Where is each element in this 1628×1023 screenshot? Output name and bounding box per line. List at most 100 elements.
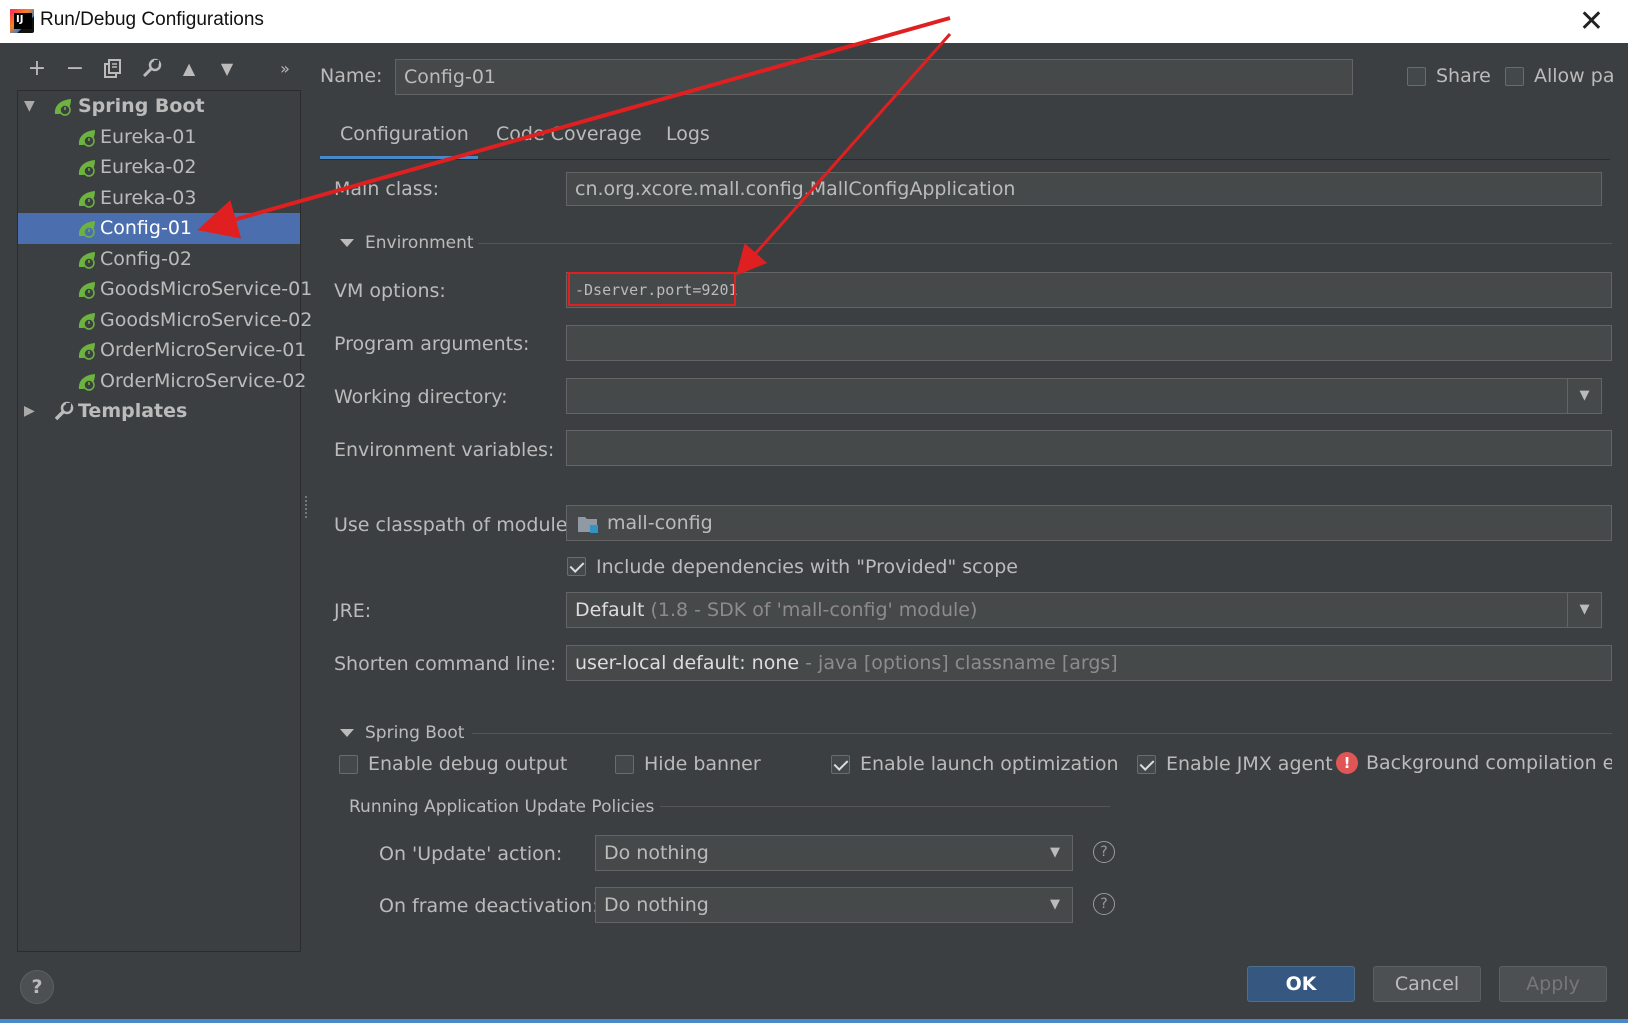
tree-group-label: Spring Boot bbox=[78, 95, 205, 117]
help-icon[interactable]: ? bbox=[1093, 893, 1115, 915]
shorten-command-select[interactable]: user-local default: none - java [options… bbox=[566, 645, 1612, 681]
frame-deactivation-select[interactable]: Do nothing ▼ bbox=[595, 887, 1073, 923]
tab-configuration[interactable]: Configuration bbox=[320, 122, 478, 160]
tree-group-spring-boot[interactable]: ▼ Spring Boot bbox=[18, 91, 300, 122]
tree-group-templates[interactable]: ▶ Templates bbox=[18, 396, 300, 427]
copy-icon[interactable] bbox=[98, 54, 128, 84]
enable-launch-optimization-label[interactable]: Enable launch optimization bbox=[860, 753, 1119, 775]
name-input[interactable]: Config-01 bbox=[395, 59, 1353, 95]
collapse-triangle-icon bbox=[340, 729, 354, 737]
expand-arrow-icon[interactable]: ▼ bbox=[24, 91, 38, 122]
working-directory-input[interactable]: ▼ bbox=[566, 378, 1602, 414]
frame-deactivation-label: On frame deactivation: bbox=[379, 895, 599, 917]
more-icon[interactable]: » bbox=[270, 54, 300, 84]
cancel-button[interactable]: Cancel bbox=[1373, 966, 1481, 1002]
chevron-down-icon: ▼ bbox=[1050, 845, 1060, 860]
collapse-triangle-icon bbox=[340, 239, 354, 247]
tree-item-eureka-03[interactable]: Eureka-03 bbox=[18, 183, 300, 214]
spring-boot-icon bbox=[78, 221, 95, 238]
tree-item-order-01[interactable]: OrderMicroService-01 bbox=[18, 335, 306, 366]
environment-section[interactable]: Environment bbox=[340, 233, 474, 253]
chevron-down-icon: ▼ bbox=[1579, 602, 1590, 617]
edit-defaults-icon[interactable] bbox=[136, 54, 166, 84]
spring-boot-icon bbox=[78, 374, 95, 391]
spring-boot-icon bbox=[78, 252, 95, 269]
environment-variables-input[interactable] bbox=[566, 430, 1612, 466]
spring-boot-icon bbox=[78, 343, 95, 360]
vm-options-label: VM options: bbox=[334, 280, 446, 302]
enable-jmx-agent-label[interactable]: Enable JMX agent bbox=[1166, 753, 1333, 775]
jre-label: JRE: bbox=[334, 600, 372, 622]
help-icon[interactable]: ? bbox=[1093, 841, 1115, 863]
include-provided-checkbox[interactable] bbox=[567, 557, 586, 576]
tab-divider bbox=[320, 159, 1610, 160]
config-toolbar: + − ▲ ▼ » bbox=[20, 54, 302, 86]
enable-debug-output-checkbox[interactable] bbox=[339, 755, 358, 774]
tree-item-goods-01[interactable]: GoodsMicroService-01 bbox=[18, 274, 312, 305]
environment-variables-label: Environment variables: bbox=[334, 439, 555, 461]
tree-item-label: Config-02 bbox=[100, 248, 192, 270]
allow-parallel-label[interactable]: Allow pa bbox=[1534, 65, 1626, 87]
tab-logs[interactable]: Logs bbox=[666, 122, 726, 160]
tree-item-label: GoodsMicroService-02 bbox=[100, 309, 313, 331]
allow-parallel-checkbox[interactable] bbox=[1505, 67, 1524, 86]
main-class-label: Main class: bbox=[334, 178, 439, 200]
update-action-value: Do nothing bbox=[604, 842, 709, 864]
share-label[interactable]: Share bbox=[1436, 65, 1491, 87]
background-compilation-text: Background compilation ena bbox=[1366, 752, 1612, 774]
tree-item-config-01[interactable]: Config-01 bbox=[18, 213, 300, 244]
classpath-module-select[interactable]: mall-config bbox=[566, 505, 1612, 541]
shorten-detail: - java [options] classname [args] bbox=[805, 652, 1118, 674]
tab-code-coverage[interactable]: Code Coverage bbox=[496, 122, 646, 160]
close-button[interactable]: ✕ bbox=[1579, 4, 1604, 39]
spring-boot-section[interactable]: Spring Boot bbox=[340, 723, 464, 743]
window-bottom-edge bbox=[0, 1019, 1628, 1023]
tree-item-goods-02[interactable]: GoodsMicroService-02 bbox=[18, 305, 312, 336]
spring-boot-icon bbox=[78, 191, 95, 208]
spring-boot-section-title: Spring Boot bbox=[365, 723, 465, 743]
tree-item-eureka-02[interactable]: Eureka-02 bbox=[18, 152, 300, 183]
include-provided-label[interactable]: Include dependencies with "Provided" sco… bbox=[596, 556, 1018, 578]
tree-item-eureka-01[interactable]: Eureka-01 bbox=[18, 122, 300, 153]
frame-deactivation-value: Do nothing bbox=[604, 894, 709, 916]
update-action-select[interactable]: Do nothing ▼ bbox=[595, 835, 1073, 871]
move-up-icon[interactable]: ▲ bbox=[174, 54, 204, 84]
jre-select[interactable]: Default (1.8 - SDK of 'mall-config' modu… bbox=[566, 592, 1602, 628]
enable-jmx-agent-checkbox[interactable] bbox=[1137, 755, 1156, 774]
wrench-icon bbox=[54, 401, 74, 421]
tree-item-order-02[interactable]: OrderMicroService-02 bbox=[18, 366, 306, 397]
chevron-down-icon: ▼ bbox=[1050, 897, 1060, 912]
help-button[interactable]: ? bbox=[20, 970, 54, 1004]
chevron-down-icon: ▼ bbox=[1579, 388, 1590, 403]
ok-button[interactable]: OK bbox=[1247, 966, 1355, 1002]
enable-debug-output-label[interactable]: Enable debug output bbox=[368, 753, 567, 775]
hide-banner-label[interactable]: Hide banner bbox=[644, 753, 761, 775]
error-icon: ! bbox=[1336, 752, 1358, 774]
config-tree: ▼ Spring Boot Eureka-01 Eureka-02 Eureka… bbox=[17, 90, 312, 952]
shorten-value: user-local default: none bbox=[575, 652, 800, 674]
hide-banner-checkbox[interactable] bbox=[615, 755, 634, 774]
add-icon[interactable]: + bbox=[22, 54, 52, 84]
share-checkbox[interactable] bbox=[1407, 67, 1426, 86]
tree-item-config-02[interactable]: Config-02 bbox=[18, 244, 300, 275]
update-policies-section: Running Application Update Policies bbox=[349, 797, 655, 817]
spring-boot-icon bbox=[78, 160, 95, 177]
remove-icon[interactable]: − bbox=[60, 54, 90, 84]
move-down-icon[interactable]: ▼ bbox=[212, 54, 242, 84]
collapse-arrow-icon[interactable]: ▶ bbox=[24, 396, 38, 427]
working-directory-dropdown-button[interactable]: ▼ bbox=[1567, 379, 1601, 413]
enable-launch-optimization-checkbox[interactable] bbox=[831, 755, 850, 774]
tree-item-label: OrderMicroService-02 bbox=[100, 370, 307, 392]
tree-group-label: Templates bbox=[78, 400, 188, 422]
update-action-label: On 'Update' action: bbox=[379, 843, 563, 865]
jre-detail: (1.8 - SDK of 'mall-config' module) bbox=[650, 599, 978, 621]
name-label: Name: bbox=[320, 65, 383, 87]
program-arguments-input[interactable] bbox=[566, 325, 1612, 361]
panel-splitter[interactable] bbox=[305, 496, 309, 518]
update-policies-separator bbox=[660, 806, 1110, 807]
main-class-input[interactable]: cn.org.xcore.mall.config.MallConfigAppli… bbox=[566, 172, 1602, 206]
module-folder-icon bbox=[578, 517, 598, 533]
jre-dropdown-button[interactable]: ▼ bbox=[1567, 593, 1601, 627]
apply-button[interactable]: Apply bbox=[1499, 966, 1607, 1002]
tree-item-label: Eureka-01 bbox=[100, 126, 197, 148]
